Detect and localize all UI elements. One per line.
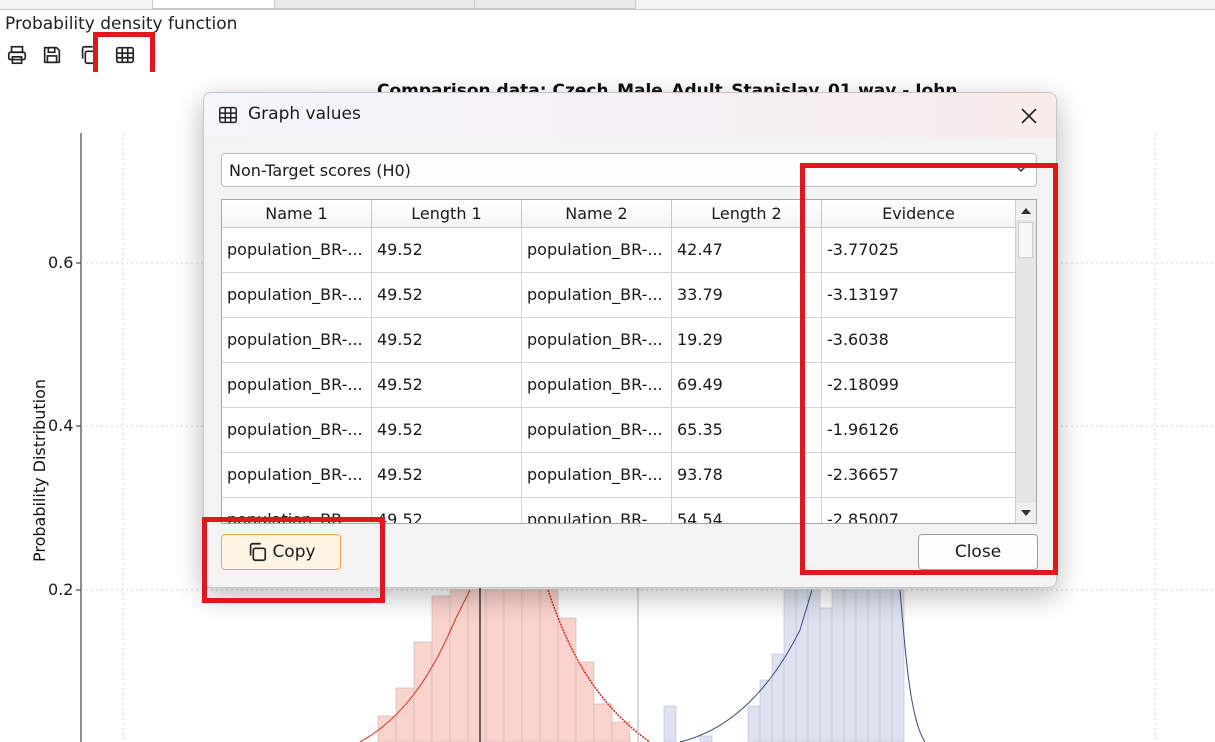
table-icon: [219, 106, 237, 124]
cell-name2: population_BR-...: [522, 273, 672, 318]
print-button[interactable]: [4, 42, 30, 68]
evidence-column-highlight: [800, 163, 1058, 575]
dialog-title: Graph values: [248, 104, 361, 124]
y-tick-label: 0.4: [48, 416, 74, 435]
tab-1[interactable]: [152, 0, 276, 9]
cell-length1: 49.52: [372, 498, 522, 523]
close-icon: [1021, 108, 1037, 124]
column-header-name2[interactable]: Name 2: [522, 200, 672, 228]
cell-length1: 49.52: [372, 363, 522, 408]
tab-strip: [0, 0, 1215, 10]
cell-length1: 49.52: [372, 228, 522, 273]
tab-3[interactable]: [474, 0, 636, 9]
cell-name2: population_BR-...: [522, 363, 672, 408]
dataset-select-value: Non-Target scores (H0): [229, 161, 411, 180]
y-tick-label: 0.2: [48, 580, 74, 599]
cell-length1: 49.52: [372, 273, 522, 318]
cell-length1: 49.52: [372, 318, 522, 363]
cell-name2: population_BR-...: [522, 498, 672, 523]
dialog-titlebar[interactable]: Graph values: [204, 93, 1056, 137]
tab-2[interactable]: [274, 0, 476, 9]
cell-name1: population_BR-...: [222, 318, 372, 363]
cell-name1: population_BR-...: [222, 228, 372, 273]
cell-name2: population_BR-...: [522, 228, 672, 273]
panel-title: Probability density function: [5, 14, 238, 34]
cell-length1: 49.52: [372, 453, 522, 498]
column-header-name1[interactable]: Name 1: [222, 200, 372, 228]
cell-length1: 49.52: [372, 408, 522, 453]
cell-name2: population_BR-...: [522, 408, 672, 453]
cell-name2: population_BR-...: [522, 453, 672, 498]
save-icon: [43, 46, 61, 64]
cell-name2: population_BR-...: [522, 318, 672, 363]
dialog-close-button[interactable]: [1016, 103, 1042, 129]
save-button[interactable]: [39, 42, 65, 68]
y-axis-label: Probability Distribution: [30, 378, 50, 563]
y-tick-label: 0.6: [48, 253, 74, 272]
column-header-length1[interactable]: Length 1: [372, 200, 522, 228]
printer-icon: [7, 45, 27, 65]
cell-name1: population_BR-...: [222, 273, 372, 318]
cell-name1: population_BR-...: [222, 363, 372, 408]
copy-button-highlight: [202, 517, 385, 603]
cell-name1: population_BR-...: [222, 453, 372, 498]
cell-name1: population_BR-...: [222, 408, 372, 453]
